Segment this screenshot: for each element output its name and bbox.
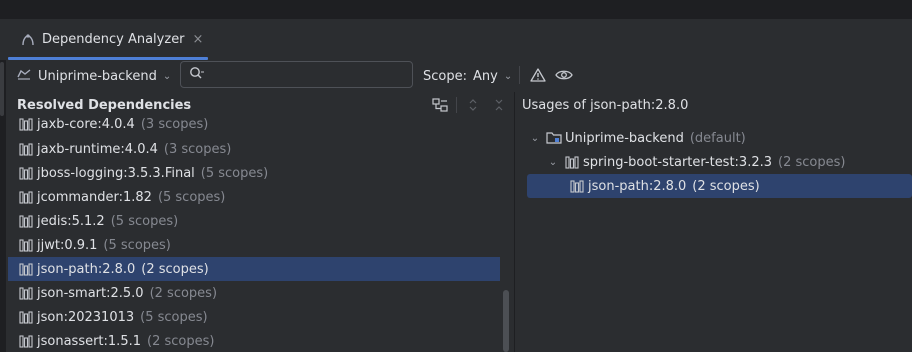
list-item[interactable]: jaxb-core:4.0.4 (3 scopes) [8, 118, 500, 136]
list-item[interactable]: jcommander:1.82 (5 scopes) [8, 185, 500, 209]
library-icon [18, 141, 34, 157]
dependency-scope: (2 scopes) [141, 261, 209, 277]
dependency-analyzer-icon [20, 32, 36, 48]
chevron-down-icon: ⌄ [162, 70, 172, 82]
library-icon [18, 165, 34, 181]
tree-node-scope: (2 scopes) [778, 154, 846, 170]
library-icon [18, 213, 34, 229]
eye-icon[interactable] [555, 67, 573, 83]
collapse-all-icon[interactable] [491, 97, 507, 113]
dependency-scope: (5 scopes) [103, 237, 171, 253]
usages-title: Usages of json-path:2.8.0 [522, 98, 689, 113]
dependency-scope: (2 scopes) [147, 333, 215, 349]
list-item[interactable]: json:20231013 (5 scopes) [8, 305, 500, 329]
dependency-scope: (5 scopes) [157, 189, 226, 205]
tree-node-library[interactable]: ⌄ spring-boot-starter-test:3.2.3 (2 scop… [546, 150, 846, 174]
left-header-actions [432, 97, 507, 113]
dependency-name: jjwt:0.9.1 [37, 237, 98, 253]
scope-selector[interactable]: Scope: Any ⌄ [423, 66, 512, 86]
dependency-scope: (5 scopes) [200, 165, 269, 181]
scrollbar-thumb[interactable] [503, 290, 509, 352]
dependency-name: jcommander:1.82 [37, 189, 152, 205]
module-selector-label: Uniprime-backend [38, 68, 157, 84]
resolved-dependencies-title: Resolved Dependencies [17, 98, 192, 113]
library-icon [18, 118, 34, 132]
group-by-icon[interactable] [432, 97, 448, 113]
dependency-scope: (5 scopes) [140, 309, 208, 325]
dependency-scope: (5 scopes) [110, 213, 179, 229]
tab-dependency-analyzer[interactable]: Dependency Analyzer × [8, 19, 208, 60]
library-icon [18, 237, 34, 253]
dependency-scope: (2 scopes) [149, 285, 218, 301]
list-item-selected[interactable]: json-path:2.8.0 (2 scopes) [8, 257, 500, 281]
module-selector[interactable]: Uniprime-backend ⌄ [16, 66, 171, 86]
dependency-name: jedis:5.1.2 [37, 213, 105, 229]
chevron-down-icon: ⌄ [503, 70, 513, 82]
library-icon [18, 285, 34, 301]
tree-node-scope: (default) [689, 130, 746, 146]
scope-value: Any [472, 68, 498, 84]
tree-node-name: Uniprime-backend [565, 130, 684, 146]
tree-node-module[interactable]: ⌄ Uniprime-backend (default) [528, 126, 746, 150]
tree-node-name: json-path:2.8.0 [588, 178, 687, 194]
dependency-scope: (3 scopes) [163, 141, 232, 157]
search-field[interactable] [180, 61, 413, 88]
dependency-name: jboss-logging:3.5.3.Final [37, 165, 195, 181]
list-item[interactable]: jsonassert:1.5.1 (2 scopes) [8, 329, 500, 352]
module-icon [16, 67, 32, 85]
dependency-scope: (3 scopes) [140, 118, 209, 132]
gutter-scroll-thumb[interactable] [0, 62, 4, 116]
tree-node-name: spring-boot-starter-test:3.2.3 [583, 154, 773, 170]
warning-icon[interactable] [530, 67, 546, 83]
chevron-down-icon[interactable]: ⌄ [546, 157, 560, 168]
list-item[interactable]: jaxb-runtime:4.0.4 (3 scopes) [8, 137, 500, 161]
dependency-name: json:20231013 [37, 309, 135, 325]
dependency-name: json-path:2.8.0 [37, 261, 136, 277]
header-separator [456, 97, 457, 113]
list-item[interactable]: json-smart:2.5.0 (2 scopes) [8, 281, 500, 305]
list-item[interactable]: jjwt:0.9.1 (5 scopes) [8, 233, 500, 257]
search-icon [189, 66, 205, 84]
module-folder-icon [546, 130, 562, 146]
library-icon [564, 154, 580, 170]
top-bar [0, 0, 912, 19]
list-item[interactable]: jboss-logging:3.5.3.Final (5 scopes) [8, 161, 500, 185]
search-input[interactable] [209, 66, 393, 83]
pane-divider[interactable] [514, 92, 515, 352]
list-item[interactable]: jedis:5.1.2 (5 scopes) [8, 209, 500, 233]
dependency-name: jaxb-core:4.0.4 [37, 118, 135, 132]
dependency-name: jsonassert:1.5.1 [37, 333, 141, 349]
tab-label: Dependency Analyzer [42, 32, 185, 47]
dependency-name: jaxb-runtime:4.0.4 [37, 141, 158, 157]
library-icon [18, 333, 34, 349]
library-icon [18, 309, 34, 325]
tree-node-selected[interactable]: json-path:2.8.0 (2 scopes) [527, 174, 912, 198]
scope-label: Scope: [423, 68, 467, 84]
dependency-name: json-smart:2.5.0 [37, 285, 144, 301]
dependency-list: jaxb-core:4.0.4 (3 scopes) jaxb-runtime:… [8, 118, 500, 352]
library-icon [569, 178, 585, 194]
close-icon[interactable]: × [193, 32, 204, 47]
library-icon [18, 261, 34, 277]
tree-node-scope: (2 scopes) [692, 178, 760, 194]
active-tab-indicator [8, 57, 208, 60]
expand-all-icon[interactable] [465, 97, 481, 113]
tool-window-tab-bar: Dependency Analyzer × [0, 19, 912, 60]
toolbar-separator [519, 66, 520, 84]
library-icon [18, 189, 34, 205]
chevron-down-icon[interactable]: ⌄ [528, 133, 542, 144]
